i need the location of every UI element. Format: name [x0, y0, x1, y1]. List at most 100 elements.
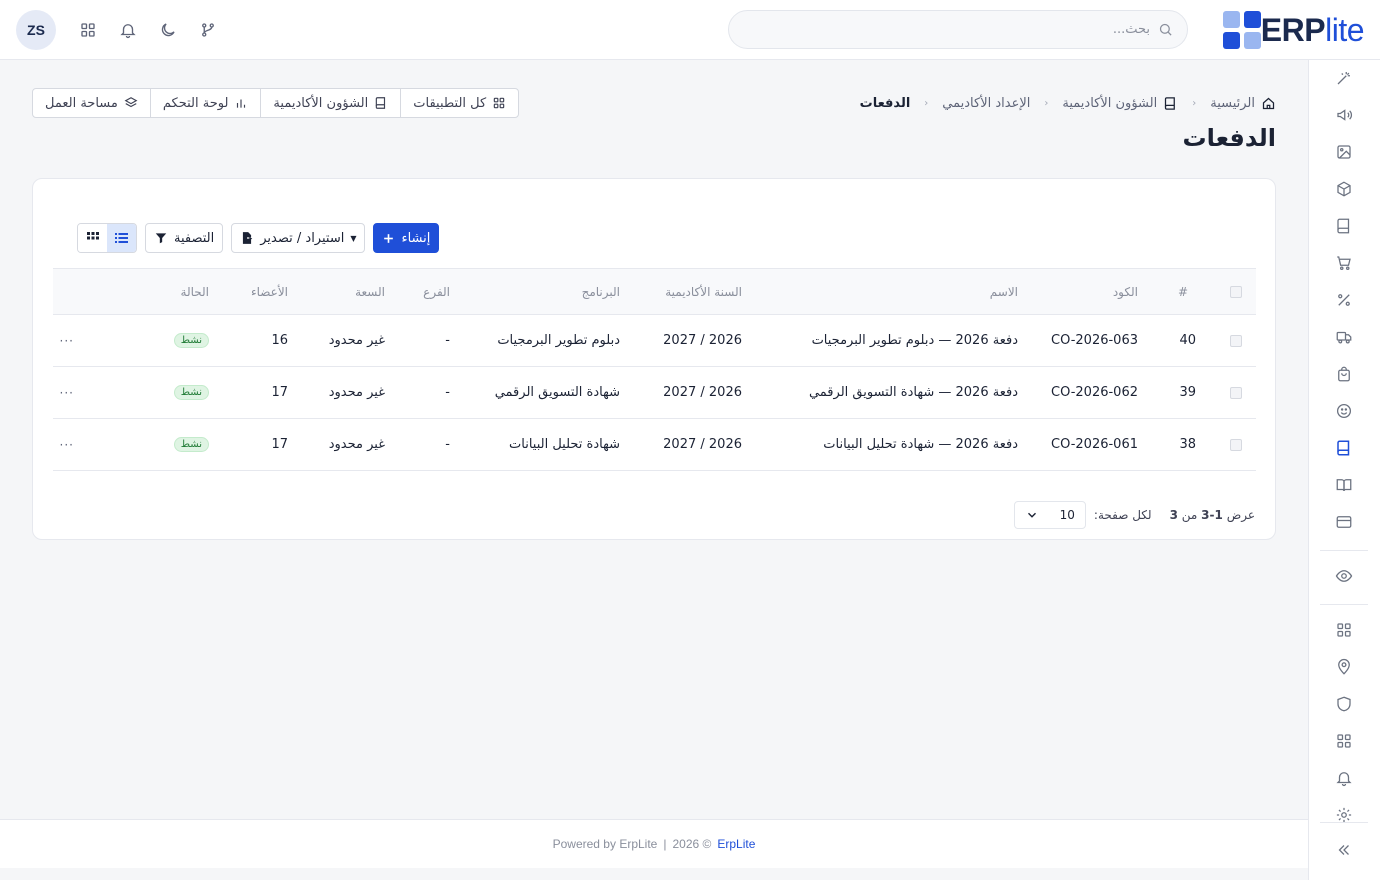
- row-checkbox[interactable]: [1230, 367, 1242, 418]
- sidebar: [1308, 60, 1380, 880]
- status-cell: نشط: [173, 315, 209, 366]
- select-all-checkbox[interactable]: [1230, 269, 1242, 314]
- image-icon[interactable]: [1334, 142, 1354, 162]
- cohorts-card: إنشاء ▼ استيراد / تصدير التصفية # الكود …: [32, 178, 1276, 540]
- apps-grid-icon[interactable]: [1334, 731, 1354, 751]
- bell-icon[interactable]: [1334, 768, 1354, 788]
- breadcrumb-academic-setup[interactable]: الإعداد الأكاديمي: [942, 96, 1030, 111]
- git-branch-icon[interactable]: [198, 20, 218, 40]
- status-badge: نشط: [173, 333, 209, 348]
- quick-link-academic[interactable]: الشؤون الأكاديمية: [260, 89, 400, 117]
- status-badge: نشط: [173, 385, 209, 400]
- col-program: البرنامج: [581, 284, 620, 299]
- table-toolbar: إنشاء ▼ استيراد / تصدير التصفية: [77, 223, 440, 253]
- table-row[interactable]: 39 CO-2026-062 دفعة 2026 — شهادة التسويق…: [53, 367, 1256, 419]
- row-checkbox[interactable]: [1230, 419, 1242, 470]
- wand-icon[interactable]: [1334, 68, 1354, 88]
- cell-index: 40: [1179, 333, 1196, 348]
- book-icon: [1163, 96, 1178, 111]
- quick-link-workspace[interactable]: مساحة العمل: [33, 89, 150, 117]
- search-box: [728, 10, 1188, 49]
- pagination-summary: عرض 1-3 من 3: [1170, 508, 1255, 522]
- brand[interactable]: ERPlite: [1203, 11, 1364, 49]
- cart-icon[interactable]: [1334, 253, 1354, 273]
- table-row[interactable]: 40 CO-2026-063 دفعة 2026 — دبلوم تطوير ا…: [53, 315, 1256, 367]
- quick-link-label: مساحة العمل: [45, 95, 118, 111]
- pagination-of-label: من: [1181, 508, 1198, 522]
- book-icon[interactable]: [1334, 216, 1354, 236]
- col-capacity: السعة: [355, 284, 385, 299]
- cell-members: 17: [271, 385, 288, 400]
- filter-button[interactable]: التصفية: [145, 223, 224, 253]
- eye-icon[interactable]: [1334, 566, 1354, 586]
- pagination-showing-label: عرض: [1226, 508, 1255, 522]
- cell-name[interactable]: دفعة 2026 — دبلوم تطوير البرمجيات: [812, 315, 1018, 366]
- file-export-icon: [240, 231, 254, 245]
- col-status: الحالة: [180, 284, 209, 299]
- cell-code: CO-2026-063: [1051, 333, 1138, 348]
- chevron-left-icon: ‹: [1044, 97, 1049, 109]
- shopping-bag-icon[interactable]: [1334, 364, 1354, 384]
- bell-icon[interactable]: [118, 20, 138, 40]
- cell-branch: -: [445, 333, 450, 348]
- apps-grid-icon[interactable]: [1334, 620, 1354, 640]
- per-page-select[interactable]: 10: [1013, 501, 1086, 529]
- collapse-icon[interactable]: [1334, 840, 1354, 860]
- box-icon[interactable]: [1334, 179, 1354, 199]
- map-pin-icon[interactable]: [1334, 657, 1354, 677]
- page-title: الدفعات: [1182, 124, 1277, 152]
- row-actions-button[interactable]: ···: [60, 419, 74, 470]
- breadcrumb-label: الرئيسية: [1210, 95, 1255, 111]
- list-view-button[interactable]: [107, 224, 136, 252]
- breadcrumb-home[interactable]: الرئيسية: [1210, 96, 1276, 111]
- breadcrumb-label: الدفعات: [859, 95, 911, 111]
- quick-link-label: لوحة التحكم: [162, 95, 229, 111]
- percent-icon[interactable]: [1334, 290, 1354, 310]
- sidebar-divider: [1320, 822, 1368, 823]
- breadcrumb-label: الشؤون الأكاديمية: [1062, 95, 1158, 111]
- cell-capacity: غير محدود: [328, 385, 385, 400]
- chevron-left-icon: ‹: [924, 97, 929, 109]
- create-button[interactable]: إنشاء: [373, 223, 440, 253]
- apps-grid-icon[interactable]: [78, 20, 98, 40]
- status-cell: نشط: [173, 419, 209, 470]
- pagination: عرض 1-3 من 3 لكل صفحة: 10: [1013, 501, 1255, 529]
- cell-name[interactable]: دفعة 2026 — شهادة التسويق الرقمي: [809, 367, 1018, 418]
- col-name: الاسم: [989, 284, 1018, 299]
- import-export-button[interactable]: ▼ استيراد / تصدير: [231, 223, 366, 253]
- shield-icon[interactable]: [1334, 694, 1354, 714]
- quick-link-label: كل التطبيقات: [413, 95, 487, 111]
- grid-icon: [86, 232, 99, 244]
- cell-name[interactable]: دفعة 2026 — شهادة تحليل البيانات: [823, 419, 1018, 470]
- cell-code: CO-2026-061: [1051, 437, 1138, 452]
- brand-logo: [1222, 11, 1261, 49]
- smile-icon[interactable]: [1334, 401, 1354, 421]
- filter-icon: [154, 231, 168, 245]
- quick-link-all-apps[interactable]: كل التطبيقات: [400, 89, 518, 117]
- pagination-total: 3: [1169, 508, 1178, 522]
- cell-members: 16: [271, 333, 288, 348]
- search-input[interactable]: [729, 22, 1158, 37]
- moon-icon[interactable]: [158, 20, 178, 40]
- cell-academic-year: 2026 / 2027: [663, 385, 742, 400]
- cell-branch: -: [445, 437, 450, 452]
- breadcrumb-academic[interactable]: الشؤون الأكاديمية: [1062, 96, 1178, 111]
- per-page-label: لكل صفحة:: [1093, 508, 1152, 522]
- book-open-icon[interactable]: [1334, 475, 1354, 495]
- grid-view-button[interactable]: [78, 224, 107, 252]
- cohorts-table: # الكود الاسم السنة الأكاديمية البرنامج …: [53, 268, 1256, 471]
- quick-link-dashboard[interactable]: لوحة التحكم: [149, 89, 261, 117]
- book-active-icon[interactable]: [1334, 438, 1354, 458]
- cell-academic-year: 2026 / 2027: [663, 333, 742, 348]
- credit-card-icon[interactable]: [1334, 512, 1354, 532]
- footer-link[interactable]: ErpLite: [717, 837, 755, 851]
- megaphone-icon[interactable]: [1334, 105, 1354, 125]
- view-toggle: [77, 223, 137, 253]
- row-actions-button[interactable]: ···: [60, 367, 74, 418]
- row-actions-button[interactable]: ···: [60, 315, 74, 366]
- footer-copyright: 2026 ©: [672, 837, 712, 851]
- user-avatar[interactable]: ZS: [16, 10, 56, 50]
- row-checkbox[interactable]: [1230, 315, 1242, 366]
- truck-icon[interactable]: [1334, 327, 1354, 347]
- table-row[interactable]: 38 CO-2026-061 دفعة 2026 — شهادة تحليل ا…: [53, 419, 1256, 471]
